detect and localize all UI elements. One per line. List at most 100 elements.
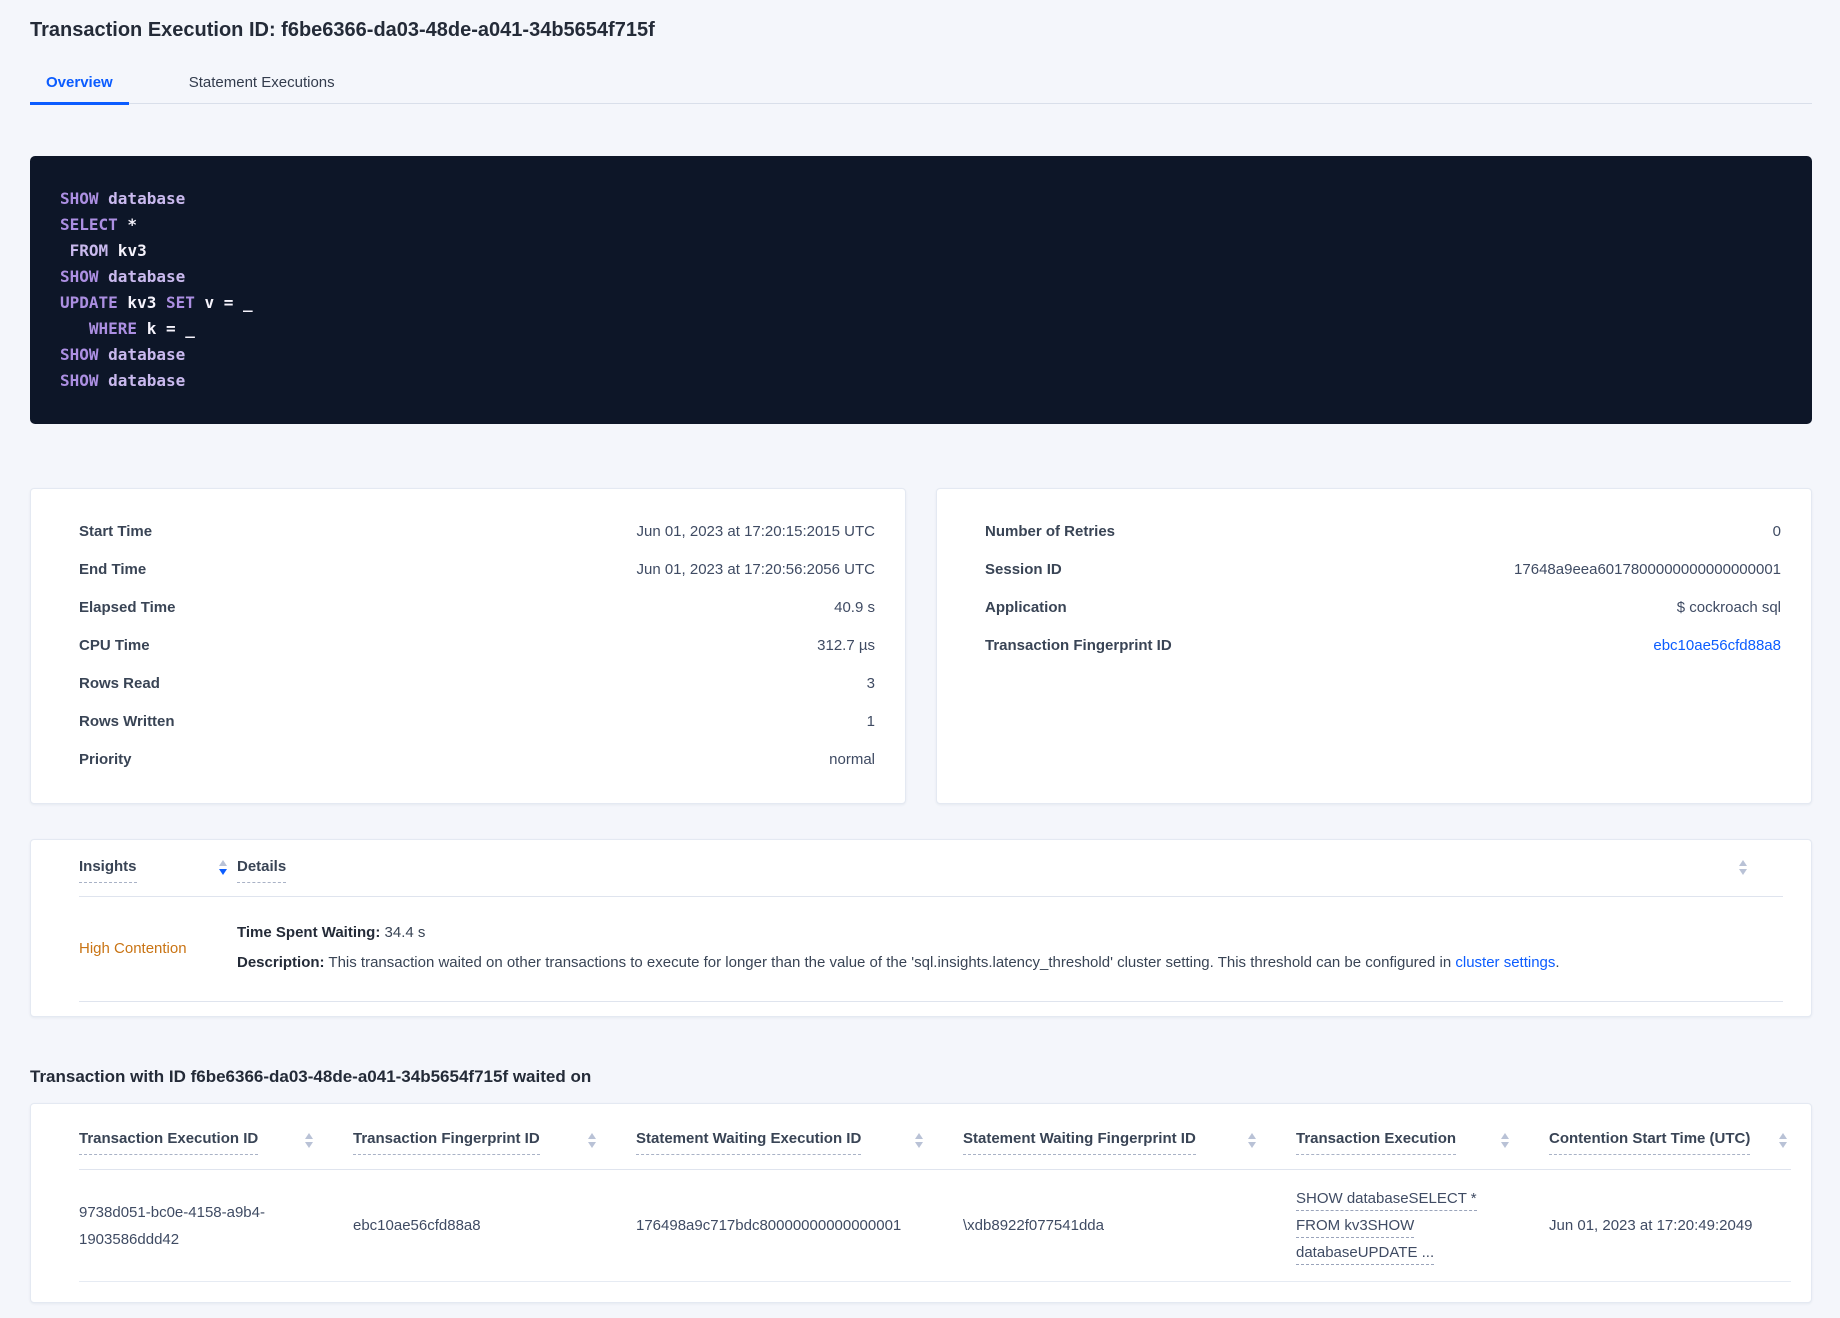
- summary-value: Jun 01, 2023 at 17:20:15:2015 UTC: [636, 523, 875, 540]
- column-header-label: Statement Waiting Execution ID: [636, 1130, 862, 1155]
- summary-value: 0: [1772, 523, 1781, 540]
- tab-bar: Overview Statement Executions: [30, 68, 1812, 105]
- summary-row: CPU Time 312.7 µs: [79, 627, 875, 665]
- summary-value: normal: [829, 751, 875, 768]
- column-header[interactable]: Transaction Execution: [1296, 1130, 1549, 1169]
- transaction-fingerprint-id-cell: ebc10ae56cfd88a8: [353, 1217, 481, 1234]
- sql-line: FROM kv3: [60, 238, 1782, 264]
- summary-label: CPU Time: [79, 637, 150, 654]
- transaction-execution-line[interactable]: databaseUPDATE ...: [1296, 1239, 1519, 1266]
- sql-keyword: database: [98, 345, 186, 364]
- sql-identifier: kv3: [108, 241, 147, 260]
- sql-identifier: kv3: [117, 293, 157, 312]
- insights-column-header[interactable]: Insights: [79, 858, 237, 883]
- sort-arrows-icon[interactable]: [1779, 1133, 1787, 1148]
- sql-keyword: SET: [156, 293, 195, 312]
- summary-row: Rows Read 3: [79, 665, 875, 703]
- sort-arrows-icon[interactable]: [305, 1133, 313, 1148]
- sql-identifier: v = _: [194, 293, 253, 312]
- summary-value: 1: [866, 713, 875, 730]
- insight-waiting-time: Time Spent Waiting: 34.4 s: [237, 918, 1560, 948]
- description-label: Description:: [237, 954, 325, 971]
- column-header-label: Contention Start Time (UTC): [1549, 1130, 1751, 1155]
- sort-arrows-icon[interactable]: [915, 1133, 923, 1148]
- summary-value: 3: [866, 675, 875, 692]
- sql-line: SHOW database: [60, 186, 1782, 212]
- sql-line: UPDATE kv3 SET v = _: [60, 290, 1782, 316]
- tab-overview[interactable]: Overview: [30, 68, 129, 105]
- sort-arrows-icon[interactable]: [1501, 1133, 1509, 1148]
- column-header[interactable]: Statement Waiting Execution ID: [636, 1130, 963, 1169]
- transaction-execution-link[interactable]: databaseUPDATE ...: [1296, 1244, 1435, 1265]
- transaction-execution-line[interactable]: SHOW databaseSELECT *: [1296, 1185, 1519, 1212]
- column-header[interactable]: Contention Start Time (UTC): [1549, 1130, 1791, 1169]
- column-header-label: Statement Waiting Fingerprint ID: [963, 1130, 1196, 1155]
- column-header-label: Transaction Execution ID: [79, 1130, 259, 1155]
- waiting-time-value: 34.4 s: [380, 924, 426, 941]
- summary-card-left: Start Time Jun 01, 2023 at 17:20:15:2015 …: [30, 488, 906, 804]
- sql-line: SHOW database: [60, 264, 1782, 290]
- summary-card-right: Number of Retries 0 Session ID 17648a9eea60…: [936, 488, 1812, 804]
- summary-cards: Start Time Jun 01, 2023 at 17:20:15:2015 …: [30, 488, 1812, 804]
- sql-keyword: SHOW: [60, 267, 99, 286]
- sql-keyword: SELECT: [60, 215, 118, 234]
- waited-on-heading: Transaction with ID f6be6366-da03-48de-a…: [30, 1067, 592, 1086]
- sql-keyword: FROM: [60, 241, 109, 260]
- sql-keyword: UPDATE: [60, 293, 118, 312]
- sort-arrows-icon[interactable]: [219, 860, 227, 875]
- insights-table-header: Insights Details: [79, 858, 1783, 897]
- sort-arrows-icon[interactable]: [1248, 1133, 1256, 1148]
- sql-identifier: *: [117, 215, 138, 234]
- transaction-fingerprint-link[interactable]: ebc10ae56cfd88a8: [1653, 637, 1781, 654]
- sort-arrows-icon[interactable]: [1739, 860, 1747, 875]
- summary-label: Number of Retries: [985, 523, 1116, 540]
- summary-row: Rows Written 1: [79, 703, 875, 741]
- insights-table: Insights Details High Contention Time Sp…: [30, 839, 1812, 1017]
- column-header[interactable]: Transaction Execution ID: [79, 1130, 353, 1169]
- waited-table-header: Transaction Execution ID Transaction Fing…: [79, 1130, 1791, 1170]
- sql-line: WHERE k = _: [60, 316, 1782, 342]
- sort-arrows-icon[interactable]: [588, 1133, 596, 1148]
- summary-label: Rows Written: [79, 713, 175, 730]
- transaction-execution-link[interactable]: SHOW databaseSELECT *: [1296, 1190, 1477, 1211]
- insight-row: High Contention Time Spent Waiting: 34.4…: [79, 897, 1783, 1002]
- details-column-header[interactable]: Details: [237, 858, 287, 883]
- transaction-execution-link[interactable]: FROM kv3SHOW: [1296, 1217, 1415, 1238]
- summary-value: 17648a9eea6017800000000000000001: [1514, 561, 1781, 578]
- transaction-execution-id-cell: 9738d051-bc0e-4158-a9b4-1903586ddd42: [79, 1203, 265, 1248]
- insight-type-label: High Contention: [79, 939, 187, 957]
- summary-value: 312.7 µs: [817, 637, 875, 654]
- insight-description: Description: This transaction waited on …: [237, 948, 1560, 978]
- sql-keyword: SHOW: [60, 345, 99, 364]
- cluster-settings-link[interactable]: cluster settings: [1455, 954, 1555, 971]
- sql-keyword: database: [98, 267, 186, 286]
- statement-waiting-execution-id-cell: 176498a9c717bdc80000000000000001: [636, 1217, 902, 1234]
- insights-column-label: Insights: [79, 858, 137, 883]
- sql-line: SHOW database: [60, 342, 1782, 368]
- column-header[interactable]: Statement Waiting Fingerprint ID: [963, 1130, 1296, 1169]
- tab-statement-executions[interactable]: Statement Executions: [173, 68, 351, 105]
- column-header-label: Transaction Fingerprint ID: [353, 1130, 540, 1155]
- summary-value: $ cockroach sql: [1676, 599, 1781, 616]
- details-column-label: Details: [237, 858, 287, 883]
- summary-value: Jun 01, 2023 at 17:20:56:2056 UTC: [636, 561, 875, 578]
- sql-line: SELECT *: [60, 212, 1782, 238]
- sql-line: SHOW database: [60, 368, 1782, 394]
- column-header[interactable]: Transaction Fingerprint ID: [353, 1130, 636, 1169]
- page-title: Transaction Execution ID: f6be6366-da03-…: [30, 19, 655, 41]
- description-suffix: .: [1555, 954, 1560, 971]
- transaction-execution-cell[interactable]: SHOW databaseSELECT * FROM kv3SHOW datab…: [1296, 1185, 1549, 1266]
- sql-identifier: k = _: [137, 319, 195, 338]
- summary-row: Number of Retries 0: [985, 513, 1781, 551]
- waited-on-table: Transaction Execution ID Transaction Fing…: [30, 1103, 1812, 1303]
- summary-row: Start Time Jun 01, 2023 at 17:20:15:2015 …: [79, 513, 875, 551]
- summary-label: End Time: [79, 561, 147, 578]
- sql-code: SHOW database SELECT * FROM kv3 SHOW datab…: [30, 156, 1812, 424]
- summary-row: Elapsed Time 40.9 s: [79, 589, 875, 627]
- description-text: This transaction waited on other transac…: [324, 954, 1456, 971]
- summary-row: End Time Jun 01, 2023 at 17:20:56:2056 UT…: [79, 551, 875, 589]
- transaction-execution-line[interactable]: FROM kv3SHOW: [1296, 1212, 1519, 1239]
- summary-row: Transaction Fingerprint ID ebc10ae56cfd88…: [985, 627, 1781, 665]
- summary-row: Application $ cockroach sql: [985, 589, 1781, 627]
- summary-label: Elapsed Time: [79, 599, 176, 616]
